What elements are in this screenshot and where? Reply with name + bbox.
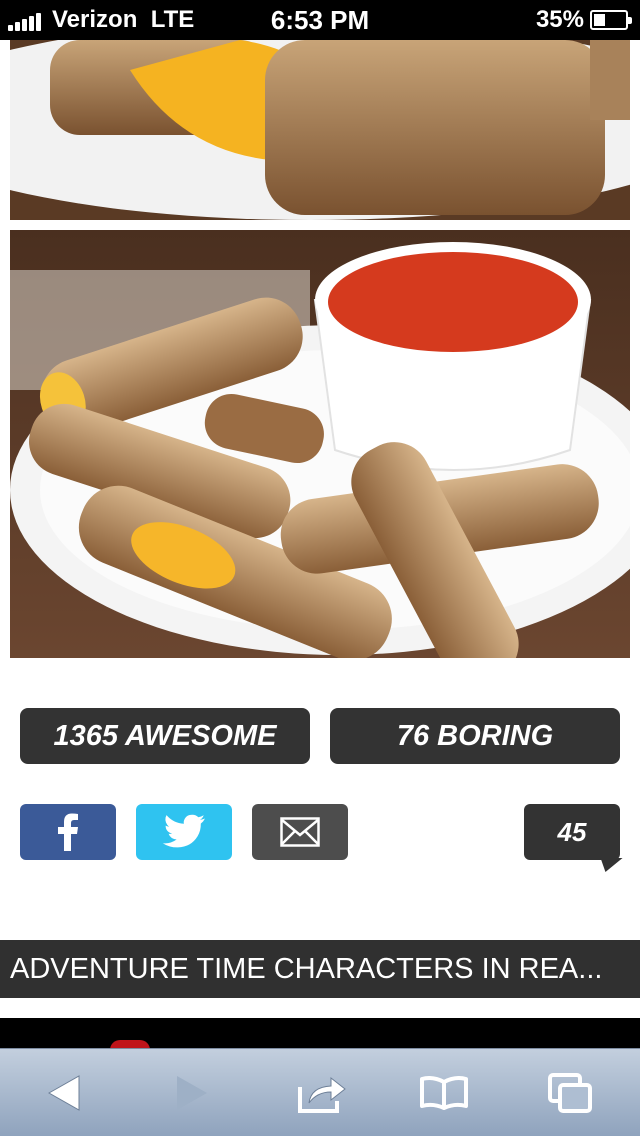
twitter-icon: [162, 814, 205, 848]
article-photo-top: [10, 40, 630, 220]
back-icon: [47, 1075, 80, 1111]
bookmarks-icon: [420, 1076, 468, 1110]
share-facebook-button[interactable]: [20, 804, 116, 860]
share-twitter-button[interactable]: [136, 804, 232, 860]
comments-button[interactable]: 45: [524, 804, 623, 872]
vote-boring-button[interactable]: 76 BORING: [330, 708, 620, 764]
tabs-icon: [548, 1073, 592, 1113]
speech-bubble-tail: [595, 858, 623, 872]
tabs-button[interactable]: [520, 1049, 620, 1136]
battery-percentage: 35%: [535, 6, 584, 33]
comment-count: 45: [557, 817, 587, 847]
envelope-icon: [280, 817, 320, 847]
battery-icon: [590, 10, 632, 30]
forward-icon: [177, 1076, 207, 1110]
back-button[interactable]: [14, 1049, 114, 1136]
facebook-icon: [58, 813, 78, 851]
share-email-button[interactable]: [252, 804, 348, 860]
vote-awesome-button[interactable]: 1365 AWESOME: [20, 708, 310, 764]
share-page-button[interactable]: [272, 1049, 372, 1136]
share-icon: [298, 1076, 346, 1113]
forward-button[interactable]: [142, 1049, 242, 1136]
browser-toolbar: [0, 1048, 640, 1136]
status-bar: Verizon LTE 6:53 PM 35%: [0, 0, 640, 40]
article-photo-main: [10, 230, 630, 658]
next-article-title[interactable]: ADVENTURE TIME CHARACTERS IN REA...: [0, 940, 640, 998]
bookmarks-button[interactable]: [394, 1049, 494, 1136]
